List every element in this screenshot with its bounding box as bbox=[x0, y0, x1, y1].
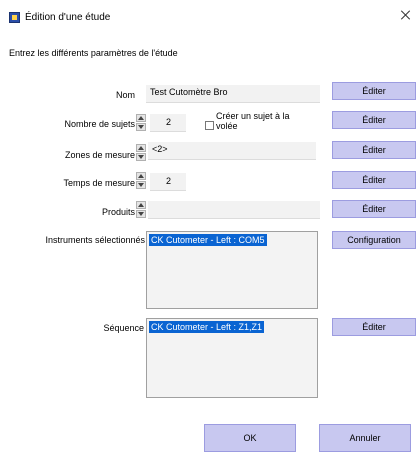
spin-up-icon[interactable] bbox=[136, 114, 146, 122]
nom-field[interactable]: Test Cutomètre Bro bbox=[146, 85, 320, 103]
produits-label: Produits bbox=[101, 207, 135, 217]
nombre-sujets-field[interactable]: 2 bbox=[150, 114, 186, 132]
sequence-listbox[interactable]: CK Cutometer - Left : Z1,Z1 bbox=[146, 318, 318, 398]
list-item[interactable]: CK Cutometer - Left : COM5 bbox=[149, 234, 267, 246]
spin-down-icon[interactable] bbox=[136, 153, 146, 161]
produits-field[interactable] bbox=[148, 201, 320, 219]
spin-down-icon[interactable] bbox=[136, 123, 146, 131]
list-item[interactable]: CK Cutometer - Left : Z1,Z1 bbox=[149, 321, 265, 333]
spin-up-icon[interactable] bbox=[136, 172, 146, 180]
zones-mesure-spinner[interactable] bbox=[136, 144, 146, 162]
zones-mesure-label: Zones de mesure bbox=[64, 150, 135, 160]
creer-sujet-checkbox[interactable] bbox=[205, 121, 214, 130]
instruments-listbox[interactable]: CK Cutometer - Left : COM5 bbox=[146, 231, 318, 309]
editer-sequence-button[interactable]: Éditer bbox=[332, 318, 416, 336]
creer-sujet-label-line1: Créer un sujet à la bbox=[216, 111, 290, 121]
spin-up-icon[interactable] bbox=[136, 144, 146, 152]
app-icon bbox=[9, 12, 20, 23]
editer-zones-mesure-button[interactable]: Éditer bbox=[332, 141, 416, 159]
spin-down-icon[interactable] bbox=[136, 181, 146, 189]
editer-produits-button[interactable]: Éditer bbox=[332, 200, 416, 218]
editer-temps-mesure-button[interactable]: Éditer bbox=[332, 171, 416, 189]
nom-label: Nom bbox=[115, 90, 135, 100]
spin-down-icon[interactable] bbox=[136, 210, 146, 218]
title-bar: Édition d'une étude bbox=[0, 0, 417, 30]
temps-mesure-spinner[interactable] bbox=[136, 172, 146, 190]
ok-button[interactable]: OK bbox=[204, 424, 296, 452]
annuler-button[interactable]: Annuler bbox=[319, 424, 411, 452]
spin-up-icon[interactable] bbox=[136, 201, 146, 209]
creer-sujet-label-line2: volée bbox=[216, 121, 238, 131]
zones-mesure-field[interactable]: <2> bbox=[148, 142, 316, 160]
editer-nom-button[interactable]: Éditer bbox=[332, 82, 416, 100]
configuration-button[interactable]: Configuration bbox=[332, 231, 416, 249]
temps-mesure-field[interactable]: 2 bbox=[150, 173, 186, 191]
close-icon[interactable] bbox=[400, 9, 412, 21]
temps-mesure-label: Temps de mesure bbox=[63, 178, 135, 188]
editer-nombre-sujets-button[interactable]: Éditer bbox=[332, 111, 416, 129]
sequence-label: Séquence bbox=[103, 323, 144, 333]
window-title: Édition d'une étude bbox=[25, 12, 111, 23]
instructions-text: Entrez les différents paramètres de l'ét… bbox=[9, 48, 178, 58]
nombre-sujets-spinner[interactable] bbox=[136, 114, 146, 132]
produits-spinner[interactable] bbox=[136, 201, 146, 219]
instruments-label: Instruments sélectionnés bbox=[45, 235, 145, 245]
nombre-sujets-label: Nombre de sujets bbox=[64, 119, 135, 129]
